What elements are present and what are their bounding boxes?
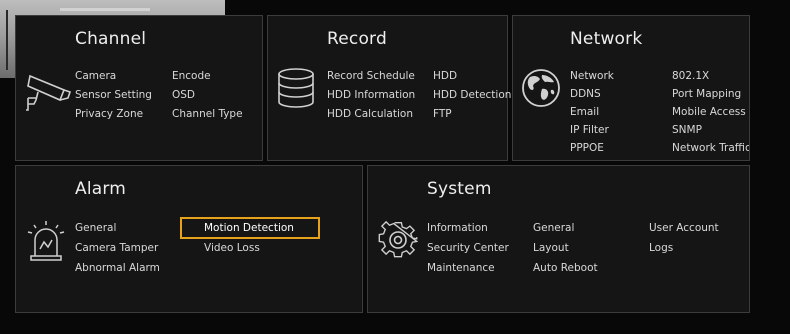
- system-item-general[interactable]: General: [533, 222, 574, 234]
- alarm-item-video-loss[interactable]: Video Loss: [204, 242, 260, 254]
- alarm-panel: Alarm General Camera Tamper Abnormal Ala…: [15, 165, 363, 313]
- feed-post: [6, 10, 8, 70]
- channel-item-privacy-zone[interactable]: Privacy Zone: [75, 108, 143, 120]
- system-title: System: [427, 179, 492, 199]
- channel-title: Channel: [75, 29, 147, 49]
- record-item-ftp[interactable]: FTP: [433, 108, 452, 120]
- globe-icon: [520, 67, 562, 113]
- record-item-hdd[interactable]: HDD: [433, 70, 457, 82]
- channel-item-camera[interactable]: Camera: [75, 70, 116, 82]
- network-item-8021x[interactable]: 802.1X: [672, 70, 709, 82]
- channel-item-osd[interactable]: OSD: [172, 89, 195, 101]
- system-item-logs[interactable]: Logs: [649, 242, 673, 254]
- network-item-snmp[interactable]: SNMP: [672, 124, 702, 136]
- network-item-network[interactable]: Network: [570, 70, 614, 82]
- alarm-item-motion-detection[interactable]: Motion Detection: [180, 217, 320, 239]
- hdd-stack-icon: [276, 66, 316, 114]
- feed-highlight: [60, 8, 150, 11]
- record-item-hdd-detection[interactable]: HDD Detection: [433, 89, 511, 101]
- alarm-title: Alarm: [75, 179, 127, 199]
- record-title: Record: [327, 29, 387, 49]
- network-item-email[interactable]: Email: [570, 106, 599, 118]
- record-item-hdd-information[interactable]: HDD Information: [327, 89, 415, 101]
- system-panel: System Information Security Center Maint…: [367, 165, 750, 313]
- network-item-network-traffic[interactable]: Network Traffic: [672, 142, 749, 154]
- gear-icon: [376, 216, 420, 264]
- record-panel: Record Record Schedule HDD Information H…: [267, 15, 511, 161]
- system-item-user-account[interactable]: User Account: [649, 222, 719, 234]
- record-item-hdd-calculation[interactable]: HDD Calculation: [327, 108, 413, 120]
- system-item-maintenance[interactable]: Maintenance: [427, 262, 495, 274]
- channel-panel: Channel Camera Sensor Setting Privacy Zo…: [15, 15, 263, 161]
- system-item-security-center[interactable]: Security Center: [427, 242, 509, 254]
- record-item-record-schedule[interactable]: Record Schedule: [327, 70, 415, 82]
- network-title: Network: [570, 29, 643, 49]
- network-item-ddns[interactable]: DDNS: [570, 88, 601, 100]
- channel-item-channel-type[interactable]: Channel Type: [172, 108, 243, 120]
- channel-item-encode[interactable]: Encode: [172, 70, 211, 82]
- camera-icon: [24, 68, 74, 116]
- network-panel: Network Network DDNS Email IP Filter PPP…: [512, 15, 750, 161]
- alarm-item-abnormal-alarm[interactable]: Abnormal Alarm: [75, 262, 160, 274]
- network-item-ip-filter[interactable]: IP Filter: [570, 124, 609, 136]
- network-item-mobile-access[interactable]: Mobile Access: [672, 106, 746, 118]
- system-item-layout[interactable]: Layout: [533, 242, 569, 254]
- alarm-item-general[interactable]: General: [75, 222, 116, 234]
- network-item-pppoe[interactable]: PPPOE: [570, 142, 604, 154]
- alarm-item-camera-tamper[interactable]: Camera Tamper: [75, 242, 158, 254]
- channel-item-sensor-setting[interactable]: Sensor Setting: [75, 89, 152, 101]
- system-item-information[interactable]: Information: [427, 222, 488, 234]
- system-item-auto-reboot[interactable]: Auto Reboot: [533, 262, 598, 274]
- network-item-port-mapping[interactable]: Port Mapping: [672, 88, 741, 100]
- alarm-beacon-icon: [24, 216, 68, 266]
